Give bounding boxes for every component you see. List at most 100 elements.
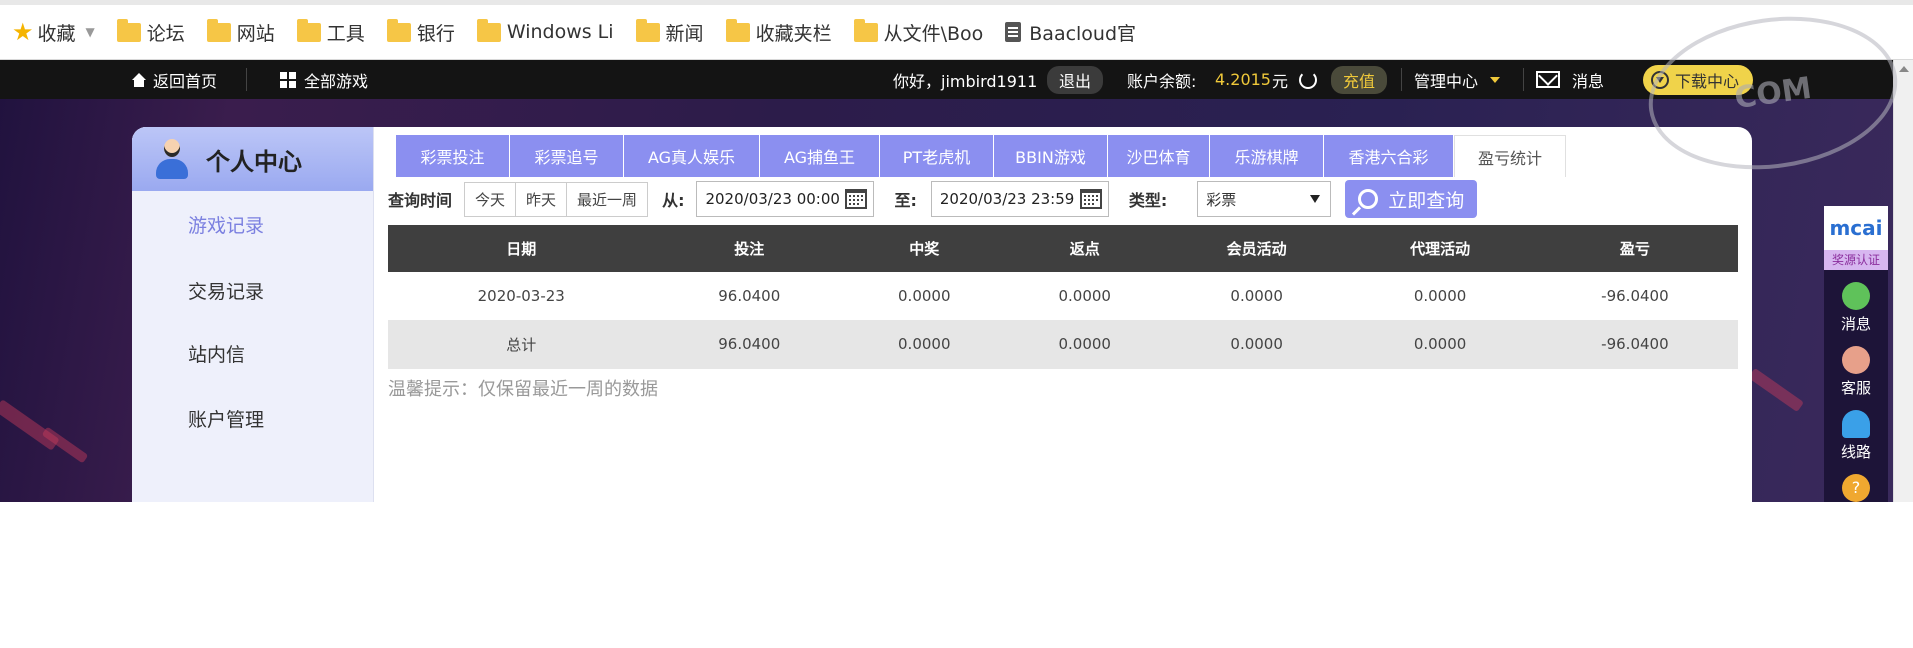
bookmark-label: Baacloud官 <box>1029 22 1137 45</box>
bookmark-label: 银行 <box>416 22 455 45</box>
folder-icon <box>206 18 231 42</box>
document-icon <box>1005 22 1022 42</box>
folder-icon <box>476 18 501 42</box>
column-header: 中奖 <box>844 225 1005 272</box>
tab-lottery-chase[interactable]: 彩票追号 <box>510 135 624 177</box>
table-cell: 0.0000 <box>1348 272 1532 321</box>
query-button-label: 立即查询 <box>1388 189 1465 212</box>
manage-center-label: 管理中心 <box>1414 71 1479 91</box>
bookmark-label: 收藏 <box>37 22 76 45</box>
background-streak <box>1747 367 1805 413</box>
table-cell: 0.0000 <box>1348 320 1532 369</box>
bookmark-label: 网站 <box>236 22 275 45</box>
floating-sidebar: mcai 奖源认证 消息 客服 线路 ? <box>1824 206 1888 502</box>
bookmark-folder[interactable]: 银行 <box>386 17 455 47</box>
sidebar-item-game-records[interactable]: 游戏记录 <box>188 211 264 238</box>
range-week-button[interactable]: 最近一周 <box>567 183 647 216</box>
type-select[interactable]: 彩票 <box>1197 181 1332 217</box>
chevron-down-icon <box>1310 195 1321 203</box>
tab-ag-live[interactable]: AG真人娱乐 <box>624 135 760 177</box>
chevron-down-icon: ▼ <box>85 25 95 39</box>
folder-icon <box>725 18 750 42</box>
float-messages-button[interactable]: 消息 <box>1824 282 1888 334</box>
sidebar: 个人中心 游戏记录 交易记录 站内信 账户管理 <box>132 127 374 502</box>
divider <box>1523 68 1524 91</box>
recharge-button[interactable]: 充值 <box>1331 65 1388 94</box>
to-label: 至: <box>894 191 917 210</box>
query-button[interactable]: 立即查询 <box>1345 180 1478 218</box>
calendar-icon[interactable] <box>845 189 868 209</box>
table-cell: 0.0000 <box>844 272 1005 321</box>
bookmark-folder[interactable]: 网站 <box>206 17 275 47</box>
balance-label: 账户余额: <box>1127 71 1197 91</box>
folder-icon <box>386 18 411 42</box>
range-yesterday-button[interactable]: 昨天 <box>516 182 568 216</box>
sidebar-item-inbox[interactable]: 站内信 <box>188 340 245 367</box>
grid-icon <box>280 71 296 88</box>
sidebar-item-account[interactable]: 账户管理 <box>188 405 264 432</box>
star-icon: ★ <box>12 18 34 46</box>
folder-icon <box>853 18 878 42</box>
search-icon <box>1358 189 1379 209</box>
scroll-up-icon[interactable] <box>1898 66 1909 72</box>
table-cell: -96.0400 <box>1531 272 1738 321</box>
sidebar-title: 个人中心 <box>206 147 302 176</box>
currency-label: 元 <box>1272 71 1289 91</box>
column-header: 日期 <box>388 225 655 272</box>
chevron-down-icon <box>1490 76 1501 83</box>
table-cell: 0.0000 <box>844 320 1005 369</box>
tab-ag-fishing[interactable]: AG捕鱼王 <box>760 135 880 177</box>
table-cell: 96.0400 <box>654 272 845 321</box>
bookmark-favorites[interactable]: ★ 收藏 ▼ <box>12 17 95 47</box>
calendar-icon[interactable] <box>1079 189 1102 209</box>
page-background: 返回首页 全部游戏 你好，jimbird1911 退出 账户余额: 4.2015… <box>0 60 1913 502</box>
all-games-link[interactable]: 全部游戏 <box>280 68 368 92</box>
bookmark-folder[interactable]: 从文件\Boo <box>853 17 983 47</box>
float-service-button[interactable]: 客服 <box>1824 346 1888 398</box>
float-route-button[interactable]: 线路 <box>1824 410 1888 462</box>
tab-hk-marksix[interactable]: 香港六合彩 <box>1324 135 1454 177</box>
tab-leyou-chess[interactable]: 乐游棋牌 <box>1210 135 1324 177</box>
bookmark-folder[interactable]: 工具 <box>296 17 365 47</box>
balance-value: 4.2015 <box>1215 70 1271 89</box>
tab-profit-loss[interactable]: 盈亏统计 <box>1454 135 1566 177</box>
bookmark-page[interactable]: Baacloud官 <box>1005 17 1136 47</box>
folder-icon <box>296 18 321 42</box>
tab-pt-slots[interactable]: PT老虎机 <box>880 135 994 177</box>
divider <box>246 68 247 91</box>
folder-icon <box>116 18 141 42</box>
sidebar-item-transactions[interactable]: 交易记录 <box>188 277 264 304</box>
tab-bbin[interactable]: BBIN游戏 <box>994 135 1108 177</box>
all-games-label: 全部游戏 <box>304 71 369 91</box>
bookmark-folder[interactable]: 新闻 <box>635 17 704 47</box>
page-scrollbar[interactable] <box>1893 60 1913 502</box>
mcai-logo[interactable]: mcai <box>1824 206 1888 250</box>
divider <box>1401 68 1402 91</box>
float-help-button[interactable]: ? <box>1824 474 1888 502</box>
messages-link[interactable]: 消息 <box>1536 68 1604 92</box>
column-header: 投注 <box>654 225 845 272</box>
tab-lottery-bet[interactable]: 彩票投注 <box>396 135 510 177</box>
manage-center-menu[interactable]: 管理中心 <box>1414 68 1501 92</box>
table-cell: 0.0000 <box>1004 320 1165 369</box>
user-icon <box>154 139 190 179</box>
profit-loss-table: 日期 投注 中奖 返点 会员活动 代理活动 盈亏 2020-03-23 96.0… <box>388 225 1738 369</box>
bookmark-folder[interactable]: Windows Li <box>476 17 614 47</box>
query-time-label: 查询时间 <box>388 191 453 210</box>
table-header-row: 日期 投注 中奖 返点 会员活动 代理活动 盈亏 <box>388 225 1738 272</box>
home-link[interactable]: 返回首页 <box>131 68 217 92</box>
logout-button[interactable]: 退出 <box>1047 65 1104 94</box>
bookmark-label: 新闻 <box>665 22 704 45</box>
refresh-balance-button[interactable] <box>1299 70 1323 89</box>
quick-range-group: 今天 昨天 最近一周 <box>464 181 649 217</box>
bookmark-folder[interactable]: 论坛 <box>116 17 185 47</box>
to-date-input[interactable]: 2020/03/23 23:59 <box>930 181 1109 217</box>
tab-saba-sports[interactable]: 沙巴体育 <box>1108 135 1210 177</box>
range-today-button[interactable]: 今天 <box>465 182 517 216</box>
greeting: 你好，jimbird1911 <box>893 71 1038 91</box>
refresh-icon <box>1299 70 1317 89</box>
table-cell: 96.0400 <box>654 320 845 369</box>
from-date-input[interactable]: 2020/03/23 00:00 <box>696 181 875 217</box>
bookmark-folder[interactable]: 收藏夹栏 <box>725 17 832 47</box>
float-item-label: 客服 <box>1840 379 1871 397</box>
